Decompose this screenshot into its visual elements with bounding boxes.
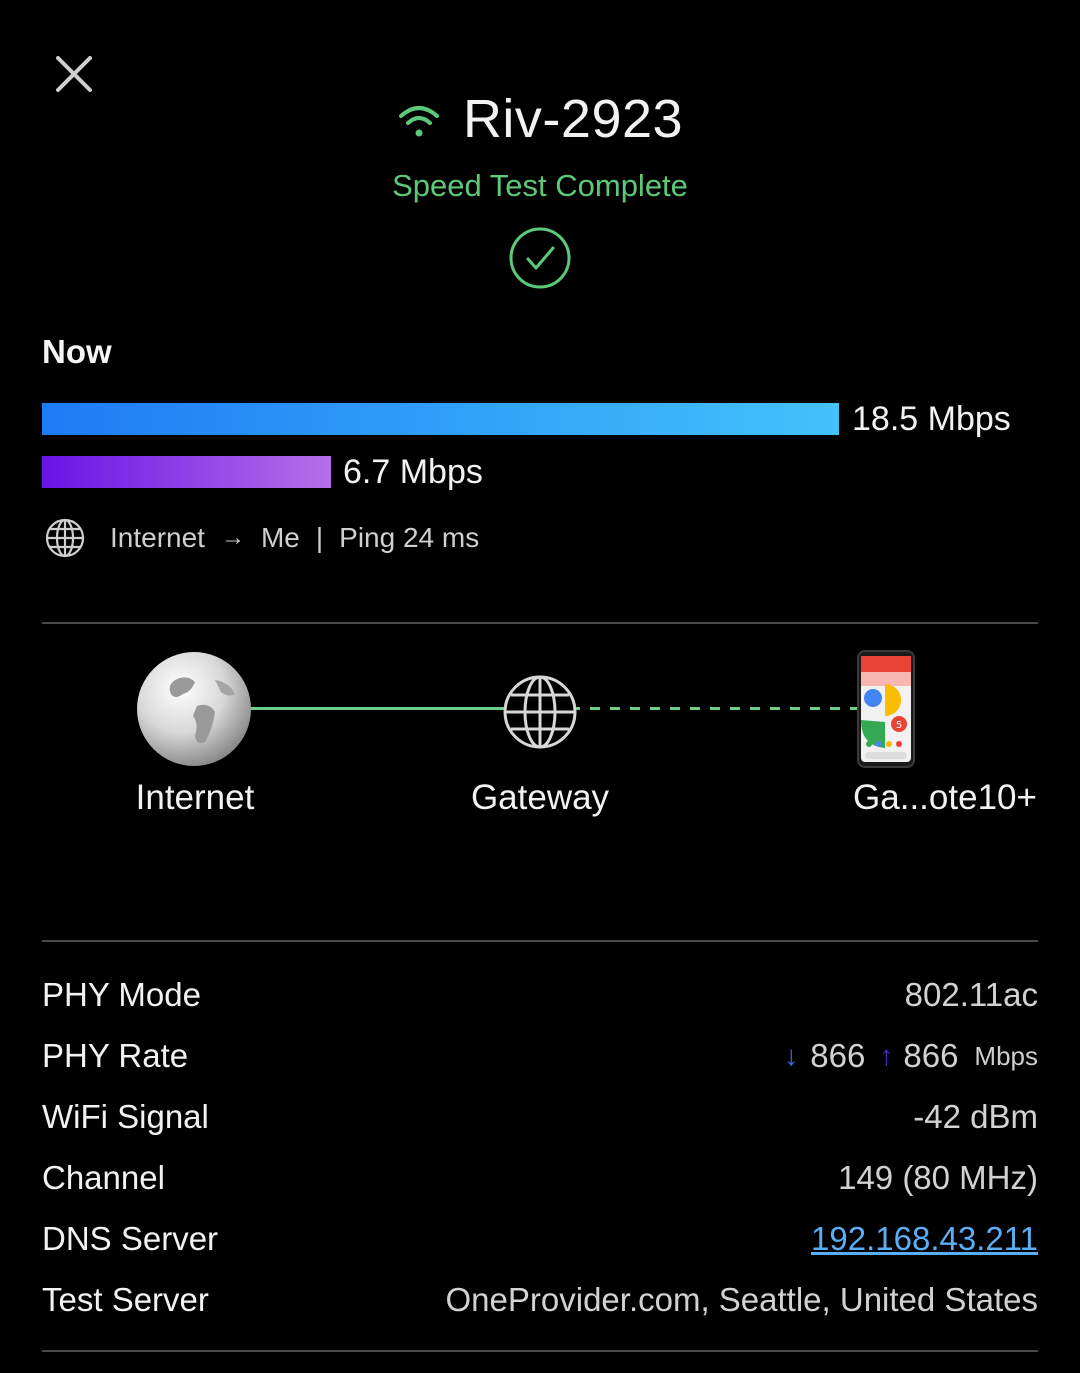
download-speed-bar: [42, 403, 839, 435]
detail-row-test-server: Test Server OneProvider.com, Seattle, Un…: [42, 1275, 1038, 1325]
phy-rate-up: 866: [903, 1037, 959, 1074]
dns-server-link[interactable]: 192.168.43.211: [811, 1220, 1038, 1258]
detail-label: PHY Mode: [42, 976, 201, 1013]
detail-label: Channel: [42, 1159, 165, 1196]
network-title-row: Riv-2923: [0, 84, 1080, 154]
route-from: Internet: [110, 522, 205, 553]
arrow-right-icon: →: [220, 524, 245, 551]
route-to: Me: [260, 522, 300, 553]
divider: [42, 940, 1038, 942]
phy-rate-down: 866: [810, 1037, 866, 1074]
phy-rate-value: ↓ 866 ↑ 866 Mbps: [784, 1037, 1038, 1075]
phone-icon[interactable]: 5: [857, 650, 915, 768]
detail-label: WiFi Signal: [42, 1098, 209, 1135]
detail-value: 149 (80 MHz): [838, 1159, 1038, 1196]
earth-icon[interactable]: [135, 650, 253, 768]
wifi-icon: [398, 106, 439, 137]
check-circle-icon: [509, 227, 571, 289]
upload-speed-bar: [42, 456, 331, 488]
download-speed-value: 18.5 Mbps: [852, 400, 1011, 438]
upload-speed-value: 6.7 Mbps: [343, 453, 483, 491]
detail-value: 802.11ac: [904, 976, 1038, 1013]
topology-label-internet: Internet: [135, 778, 255, 817]
arrow-up-icon: ↑: [879, 1040, 894, 1071]
now-heading: Now: [42, 333, 112, 370]
speed-test-status: Speed Test Complete: [392, 168, 688, 203]
detail-row-dns-server: DNS Server 192.168.43.211: [42, 1214, 1038, 1264]
divider: [42, 622, 1038, 624]
detail-value: -42 dBm: [913, 1098, 1038, 1135]
detail-row-wifi-signal: WiFi Signal -42 dBm: [42, 1092, 1038, 1142]
detail-row-phy-rate: PHY Rate ↓ 866 ↑ 866 Mbps: [42, 1031, 1038, 1081]
network-name: Riv-2923: [462, 89, 684, 149]
detail-row-channel: Channel 149 (80 MHz): [42, 1153, 1038, 1203]
route-info: Internet → Me | Ping 24 ms: [44, 516, 479, 560]
arrow-down-icon: ↓: [784, 1040, 799, 1071]
globe-icon: [45, 518, 85, 558]
detail-row-phy-mode: PHY Mode 802.11ac: [42, 970, 1038, 1020]
separator: |: [315, 522, 324, 553]
detail-value: OneProvider.com, Seattle, United States: [445, 1281, 1038, 1318]
ping-value: Ping 24 ms: [339, 522, 480, 553]
topology-label-device: Ga...ote10+: [853, 778, 1037, 817]
detail-label: DNS Server: [42, 1220, 219, 1257]
topology-label-gateway: Gateway: [470, 778, 610, 817]
phy-rate-unit: Mbps: [974, 1040, 1038, 1071]
svg-text:5: 5: [896, 720, 902, 731]
divider: [42, 1350, 1038, 1352]
connection-line-gateway-device: [570, 707, 860, 710]
gateway-icon[interactable]: [502, 674, 578, 750]
detail-label: Test Server: [42, 1281, 209, 1318]
detail-label: PHY Rate: [42, 1037, 189, 1074]
